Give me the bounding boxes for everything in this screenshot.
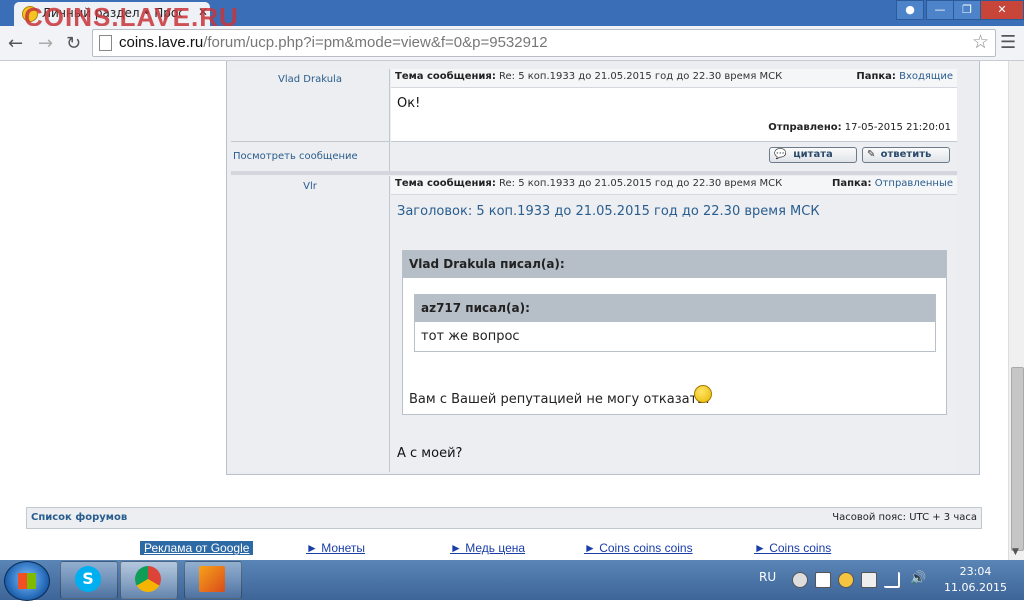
folder-link[interactable]: Отправленные bbox=[875, 178, 953, 189]
ads-by-google-link[interactable]: Реклама от Google bbox=[140, 541, 254, 555]
quote-inner-text: тот же вопрос bbox=[421, 329, 520, 344]
back-arrow-icon[interactable]: ← bbox=[8, 33, 23, 54]
url-text: coins.lave.ru/forum/ucp.php?i=pm&mode=vi… bbox=[119, 34, 548, 51]
subject-label: Тема сообщения: bbox=[395, 178, 496, 189]
reply-button[interactable]: ✎ ответить bbox=[862, 147, 950, 163]
author-link[interactable]: Vlr bbox=[231, 181, 389, 192]
sent-value: 17-05-2015 21:20:01 bbox=[844, 122, 951, 133]
folder-line: Папка: Входящие bbox=[856, 71, 953, 82]
sent-label: Отправлено: bbox=[768, 122, 842, 133]
pm-message-1: Vlad Drakula Тема сообщения: Re: 5 коп.1… bbox=[231, 69, 957, 172]
clock-time: 23:04 bbox=[959, 565, 992, 578]
network-signal-icon[interactable] bbox=[884, 572, 900, 588]
subject-text: Re: 5 коп.1933 до 21.05.2015 год до 22.3… bbox=[499, 178, 783, 189]
page-scrollbar-thumb[interactable] bbox=[1011, 367, 1024, 551]
timezone-text: Часовой пояс: UTC + 3 часа bbox=[832, 512, 977, 523]
taskbar-chrome[interactable] bbox=[120, 561, 178, 599]
minimize-icon[interactable]: — bbox=[926, 0, 954, 20]
subject-line: Тема сообщения: Re: 5 коп.1933 до 21.05.… bbox=[395, 178, 782, 189]
speech-bubble-icon: 💬 bbox=[774, 149, 787, 160]
quote-block-outer: Vlad Drakula писал(а): az717 писал(а): т… bbox=[402, 250, 947, 415]
notification-icon[interactable] bbox=[838, 572, 854, 588]
maximize-icon[interactable]: ❐ bbox=[953, 0, 981, 20]
windows-logo-icon bbox=[18, 573, 36, 589]
app-icon bbox=[199, 566, 225, 592]
subject-bar: Тема сообщения: Re: 5 коп.1933 до 21.05.… bbox=[391, 176, 957, 195]
chrome-icon bbox=[135, 566, 161, 592]
close-window-icon[interactable]: ✕ bbox=[980, 0, 1024, 20]
quote-author-inner: az717 писал(а): bbox=[415, 295, 935, 322]
device-icon[interactable] bbox=[861, 572, 877, 588]
message-body: Ок! Отправлено: 17-05-2015 21:20:01 bbox=[391, 88, 957, 141]
post-divider bbox=[231, 171, 957, 175]
author-link[interactable]: Vlad Drakula bbox=[231, 74, 389, 85]
language-indicator[interactable]: RU bbox=[759, 570, 776, 584]
hamburger-menu-icon[interactable]: ☰ bbox=[1000, 32, 1016, 53]
folder-label: Папка: bbox=[831, 178, 872, 189]
taskbar-skype[interactable]: S bbox=[60, 561, 118, 599]
window-titlebar: Личный раздел • Просм ✕ COINS.LAVE.RU ● … bbox=[0, 0, 1024, 32]
folder-label: Папка: bbox=[856, 71, 896, 82]
bug-icon[interactable] bbox=[792, 572, 808, 588]
browser-toolbar: ← → ↻ coins.lave.ru/forum/ucp.php?i=pm&m… bbox=[0, 26, 1024, 61]
page-icon bbox=[99, 35, 112, 51]
subject-label: Тема сообщения: bbox=[395, 71, 496, 82]
windows-taskbar: S RU 🔊 23:04 11.06.2015 bbox=[0, 560, 1024, 601]
user-icon[interactable]: ● bbox=[896, 0, 924, 20]
author-column: Vlad Drakula bbox=[231, 69, 390, 141]
forum-list-link[interactable]: Список форумов bbox=[31, 512, 127, 523]
clock-date: 11.06.2015 bbox=[944, 581, 1007, 594]
skype-icon: S bbox=[75, 566, 101, 592]
subject-line: Тема сообщения: Re: 5 коп.1933 до 21.05.… bbox=[395, 71, 782, 82]
message-heading: Заголовок: 5 коп.1933 до 21.05.2015 год … bbox=[397, 204, 820, 219]
reply-page-icon: ✎ bbox=[867, 149, 876, 160]
ad-link-copper-price[interactable]: ► Медь цена bbox=[450, 541, 525, 555]
view-message-cell: Посмотреть сообщение bbox=[231, 141, 390, 172]
message-body: Заголовок: 5 коп.1933 до 21.05.2015 год … bbox=[391, 195, 957, 472]
windows-flag-icon[interactable] bbox=[815, 572, 831, 588]
folder-line: Папка: Отправленные bbox=[832, 178, 953, 189]
reload-icon[interactable]: ↻ bbox=[66, 33, 81, 54]
url-path: /forum/ucp.php?i=pm&mode=view&f=0&p=9532… bbox=[203, 34, 548, 51]
reply-button-label: ответить bbox=[880, 149, 932, 160]
author-column: Vlr bbox=[231, 176, 390, 472]
quote-button[interactable]: 💬 цитата bbox=[769, 147, 857, 163]
smiley-emoticon-icon bbox=[694, 385, 712, 403]
sent-date: Отправлено: 17-05-2015 21:20:01 bbox=[768, 122, 951, 133]
forum-footer-bar: Список форумов Часовой пояс: UTC + 3 час… bbox=[26, 507, 982, 529]
message-actions: 💬 цитата ✎ ответить bbox=[391, 141, 957, 172]
forward-arrow-icon[interactable]: → bbox=[38, 33, 53, 54]
reply-text: А с моей? bbox=[397, 446, 463, 461]
subject-bar: Тема сообщения: Re: 5 коп.1933 до 21.05.… bbox=[391, 69, 957, 88]
folder-link[interactable]: Входящие bbox=[899, 71, 953, 82]
view-message-link[interactable]: Посмотреть сообщение bbox=[233, 151, 358, 162]
clock[interactable]: 23:04 11.06.2015 bbox=[944, 564, 1007, 596]
page-scroll-down-icon[interactable]: ▼ bbox=[1012, 547, 1019, 557]
address-bar[interactable]: coins.lave.ru/forum/ucp.php?i=pm&mode=vi… bbox=[92, 29, 996, 57]
ad-link-coins[interactable]: ► Монеты bbox=[306, 541, 365, 555]
quote-outer-text: Вам с Вашей репутацией не могу отказать! bbox=[409, 392, 711, 407]
ad-link-coins-coins-coins[interactable]: ► Coins coins coins bbox=[584, 541, 693, 555]
page-viewport: ▼ Vlad Drakula Тема сообщения: Re: 5 коп… bbox=[0, 61, 1008, 560]
quote-block-inner: az717 писал(а): тот же вопрос bbox=[414, 294, 936, 352]
ad-link-coins-coins[interactable]: ► Coins coins bbox=[754, 541, 831, 555]
taskbar-app[interactable] bbox=[184, 561, 242, 599]
url-host: coins.lave.ru bbox=[119, 34, 204, 51]
start-button[interactable] bbox=[4, 561, 50, 601]
message-text: Ок! bbox=[397, 96, 421, 111]
pm-message-2: Vlr Тема сообщения: Re: 5 коп.1933 до 21… bbox=[231, 176, 957, 472]
page-scrollbar[interactable]: ▼ bbox=[1008, 61, 1024, 560]
bookmark-star-icon[interactable]: ☆ bbox=[972, 31, 989, 53]
system-tray: RU 🔊 23:04 11.06.2015 bbox=[752, 560, 1024, 600]
quote-author-outer: Vlad Drakula писал(а): bbox=[403, 251, 946, 278]
subject-text: Re: 5 коп.1933 до 21.05.2015 год до 22.3… bbox=[499, 71, 783, 82]
quote-button-label: цитата bbox=[793, 149, 833, 160]
volume-icon[interactable]: 🔊 bbox=[910, 572, 926, 586]
google-ads-row: Реклама от Google ► Монеты ► Медь цена ►… bbox=[0, 539, 1008, 559]
